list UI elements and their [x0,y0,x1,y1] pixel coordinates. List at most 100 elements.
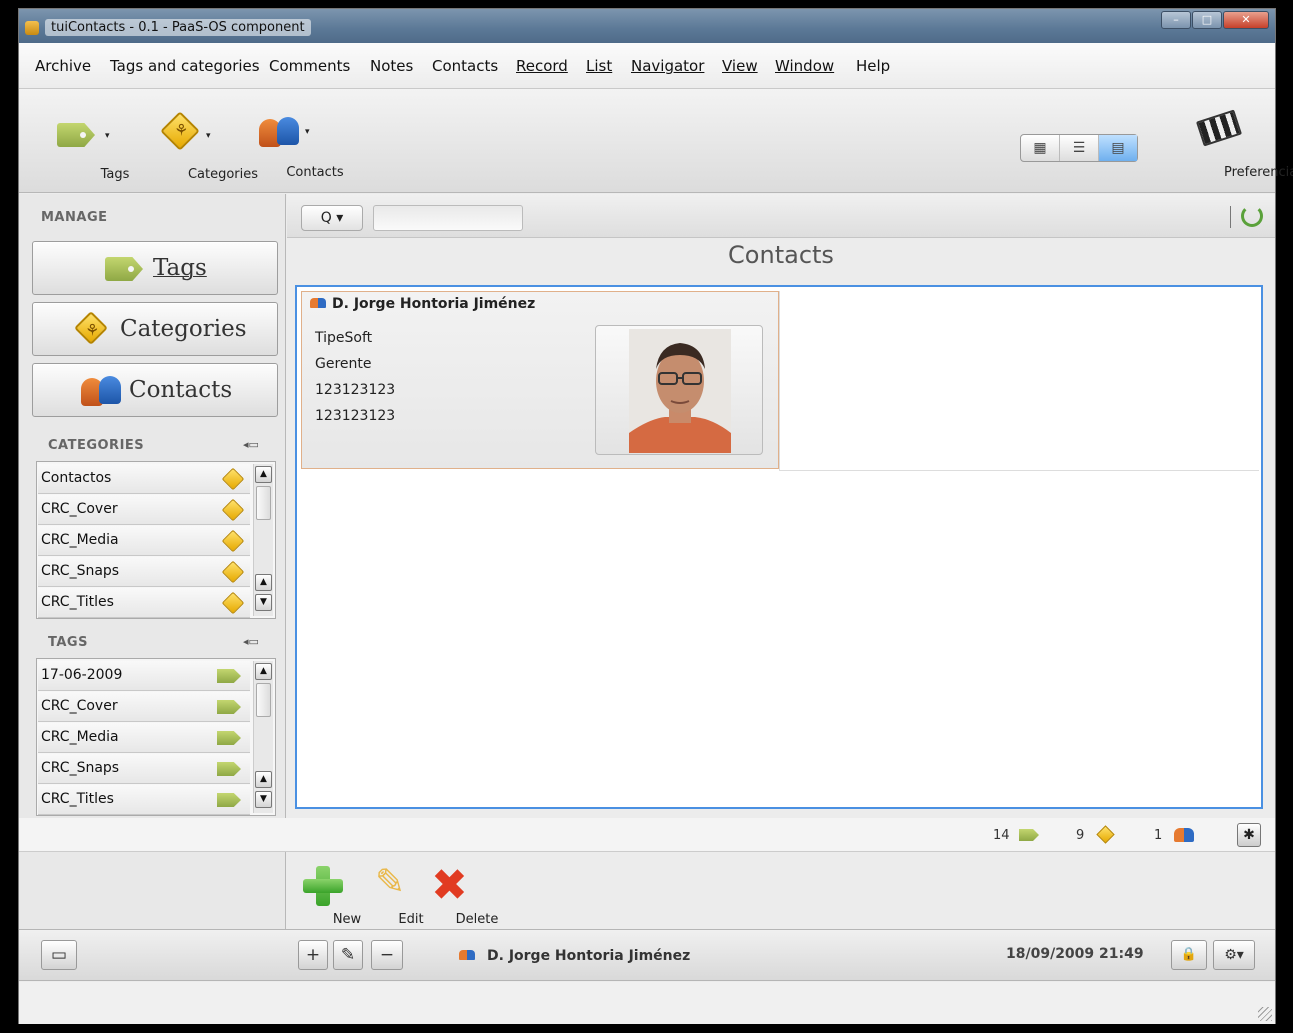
menu-list[interactable]: List [586,57,612,75]
card-row-divider [779,291,1259,471]
contact-count: 1 [1154,828,1163,843]
resize-grip-icon[interactable] [1258,1007,1272,1021]
chevron-down-icon: ▾ [206,131,211,141]
list-item[interactable]: CRC_Media [38,526,250,556]
menu-record[interactable]: Record [516,57,568,75]
tag-icon [217,793,241,807]
menu-notes[interactable]: Notes [370,57,413,75]
category-name: CRC_Media [41,532,119,548]
delete-button[interactable]: ✖ Delete [425,860,498,930]
tags-list: 17-06-2009 CRC_Cover CRC_Media CRC_Snaps… [36,658,276,816]
categories-list: Contactos CRC_Cover CRC_Media CRC_Snaps … [36,461,276,619]
category-icon [160,111,200,151]
lock-button[interactable]: 🔒 [1171,940,1207,970]
gear-icon[interactable]: ✱ [1237,823,1261,847]
scroll-thumb[interactable] [256,486,271,520]
list-item[interactable]: CRC_Snaps [38,754,250,784]
list-item[interactable]: CRC_Titles [38,785,250,815]
tag-icon [217,700,241,714]
categories-scrollbar[interactable]: ▲ ▲ ▼ [253,464,273,616]
category-count: 9 [1076,828,1085,843]
list-item[interactable]: CRC_Titles [38,588,250,618]
menu-navigator[interactable]: Navigator [631,57,704,75]
search-icon[interactable]: Q ▾ [301,205,363,231]
menu-archive[interactable]: Archive [35,57,91,75]
menu-contacts[interactable]: Contacts [432,57,498,75]
pin-icon[interactable]: ◂▭ [243,635,259,648]
scroll-up-icon[interactable]: ▲ [255,574,272,591]
contact-photo [629,329,731,453]
view-mode-list[interactable]: ☰ [1060,135,1099,161]
contact-icon [310,298,326,308]
scroll-up-icon[interactable]: ▲ [255,466,272,483]
footer [19,982,1275,1024]
toolbar-tags-button[interactable]: ▾ Tags [45,89,129,193]
menu-view[interactable]: View [722,57,758,75]
scroll-down-icon[interactable]: ▼ [255,791,272,808]
view-mode-cards[interactable]: ▤ [1099,135,1137,161]
contact-phone: 123123123 [315,382,396,398]
window-title: tuiContacts - 0.1 - PaaS-OS component [45,19,311,36]
remove-record-button[interactable]: − [371,940,403,970]
view-mode-icons[interactable]: ▦ [1021,135,1060,161]
menu-help[interactable]: Help [856,57,890,75]
manage-tags-label: Tags [153,255,207,281]
toolbar-preferences-button[interactable]: Preferencias [1169,89,1293,193]
scroll-up-icon[interactable]: ▲ [255,771,272,788]
edit-button[interactable]: ✎ Edit [363,860,424,930]
title-bar[interactable]: tuiContacts - 0.1 - PaaS-OS component – … [19,9,1275,43]
close-button[interactable]: ✕ [1223,11,1269,29]
contact-card[interactable]: D. Jorge Hontoria Jiménez TipeSoft Geren… [301,291,779,469]
category-name: CRC_Cover [41,501,118,517]
contact-name-text: D. Jorge Hontoria Jiménez [332,296,536,312]
menu-comments[interactable]: Comments [269,57,350,75]
category-icon [221,467,245,491]
scroll-down-icon[interactable]: ▼ [255,594,272,611]
manage-tags-button[interactable]: Tags [32,241,278,295]
edit-record-button[interactable]: ✎ [333,940,363,970]
chevron-down-icon: ▾ [105,131,110,141]
list-item[interactable]: CRC_Cover [38,692,250,722]
tag-name: CRC_Snaps [41,760,120,776]
bottom-bar: ▭ + ✎ − D. Jorge Hontoria Jiménez 18/09/… [19,929,1275,981]
maximize-button[interactable]: □ [1192,11,1222,29]
list-item[interactable]: CRC_Media [38,723,250,753]
list-item[interactable]: CRC_Cover [38,495,250,525]
clapperboard-icon [1195,109,1243,147]
settings-menu-button[interactable]: ⚙▾ [1213,940,1255,970]
manage-contacts-button[interactable]: Contacts [32,363,278,417]
page-title: Contacts [728,241,834,269]
list-item[interactable]: Contactos [38,464,250,494]
list-item[interactable]: CRC_Snaps [38,557,250,587]
category-name: CRC_Titles [41,594,114,610]
minimize-button[interactable]: – [1161,11,1191,29]
new-button[interactable]: New [299,860,361,930]
list-item[interactable]: 17-06-2009 [38,661,250,691]
contacts-icon [81,376,125,406]
category-icon [221,529,245,553]
pin-icon[interactable]: ◂▭ [243,438,259,451]
toolbar-contacts-button[interactable]: ▾ Contacts [243,89,344,193]
manage-heading: MANAGE [41,210,108,225]
manage-categories-label: Categories [120,316,247,342]
contact-position: Gerente [315,356,372,372]
search-input[interactable] [373,205,523,231]
category-icon [1096,825,1115,844]
view-mode-toggle: ▦ ☰ ▤ [1020,134,1138,162]
menu-window[interactable]: Window [775,57,834,75]
status-strip: 14 9 1 ✱ [19,818,1275,852]
refresh-icon[interactable] [1241,205,1263,227]
scroll-thumb[interactable] [256,683,271,717]
add-record-button[interactable]: + [298,940,328,970]
manage-categories-button[interactable]: Categories [32,302,278,356]
portrait-image [629,329,731,453]
scroll-up-icon[interactable]: ▲ [255,663,272,680]
plus-icon [303,866,343,906]
tag-name: 17-06-2009 [41,667,123,683]
contacts-icon [259,117,303,147]
panel-toggle-button[interactable]: ▭ [41,940,77,970]
tag-name: CRC_Cover [41,698,118,714]
toolbar-categories-button[interactable]: ▾ Categories [137,89,258,193]
menu-tags-and-categories[interactable]: Tags and categories [110,57,260,75]
tags-scrollbar[interactable]: ▲ ▲ ▼ [253,661,273,813]
